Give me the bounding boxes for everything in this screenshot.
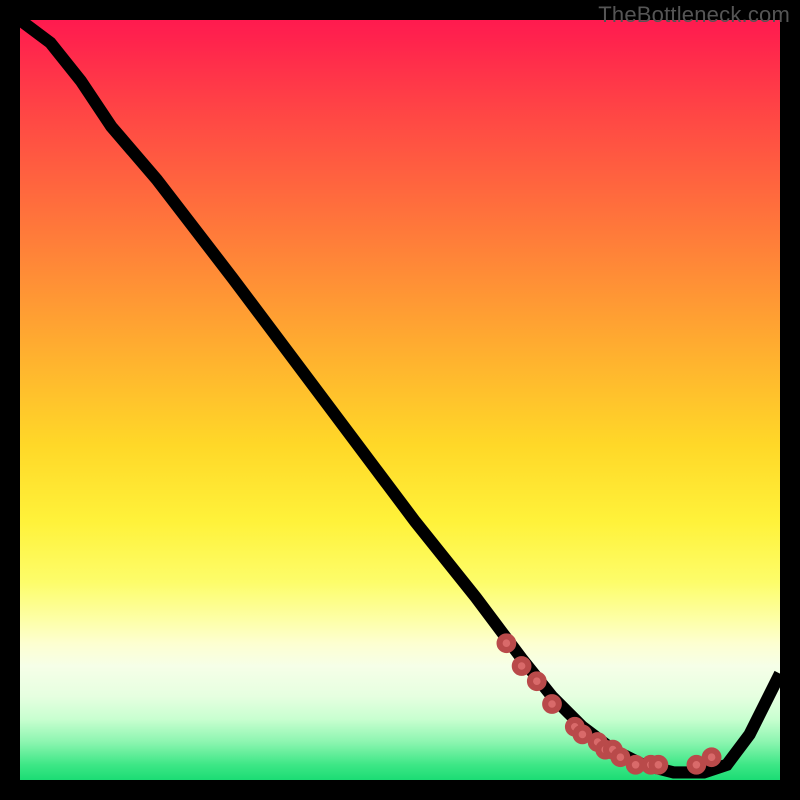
marker-group [500,636,719,771]
chart-plot-area [20,20,780,780]
curve-marker [500,636,514,650]
curve-marker [705,750,719,764]
curve-marker [545,697,559,711]
curve-marker [614,750,628,764]
watermark-text: TheBottleneck.com [598,2,790,28]
bottleneck-curve [20,20,780,772]
curve-marker [576,728,590,742]
curve-marker [530,674,544,688]
curve-marker [690,758,704,772]
chart-svg [20,20,780,780]
curve-marker [652,758,666,772]
curve-marker [629,758,643,772]
curve-marker [515,659,529,673]
